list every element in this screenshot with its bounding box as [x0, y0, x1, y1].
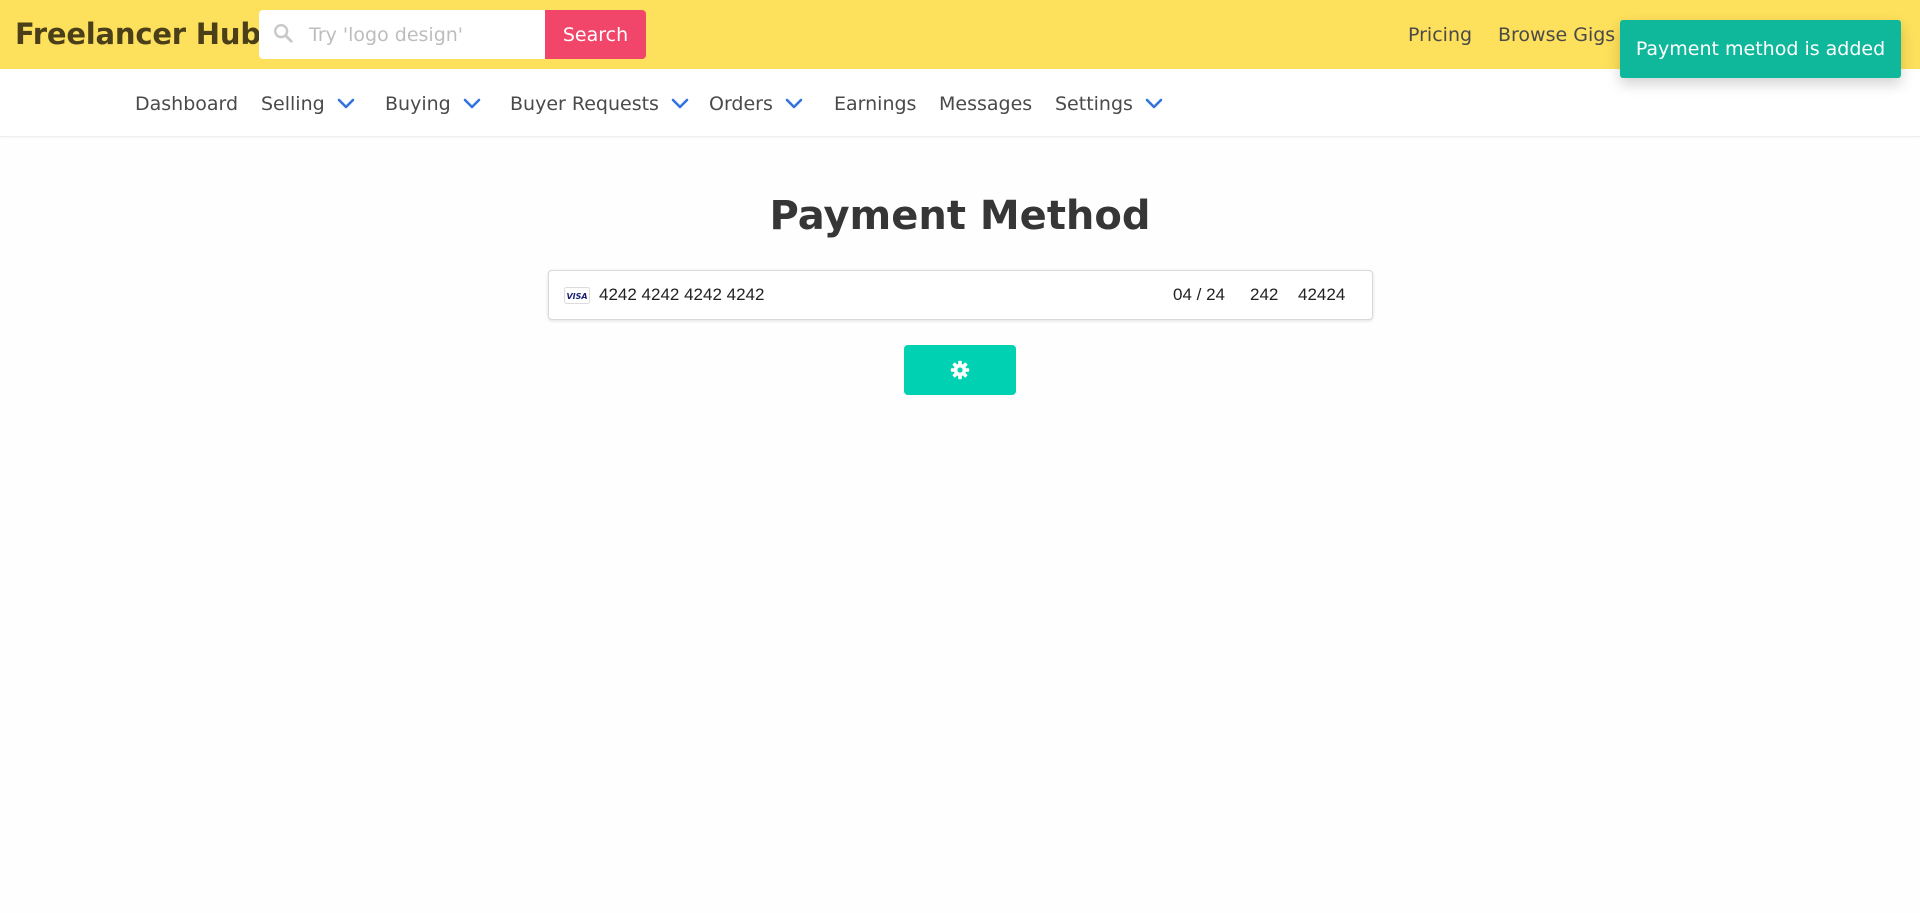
nav-label: Selling — [261, 93, 325, 115]
chevron-down-icon — [785, 98, 803, 109]
nav-label: Earnings — [834, 93, 917, 115]
card-expiry[interactable]: 04 / 24 — [1173, 285, 1225, 305]
chevron-down-icon — [463, 98, 481, 109]
nav-dashboard[interactable]: Dashboard — [135, 93, 238, 115]
card-input-field[interactable]: VISA 4242 4242 4242 4242 04 / 24 242 424… — [548, 270, 1373, 320]
nav-buying[interactable]: Buying — [385, 93, 481, 115]
pricing-link[interactable]: Pricing — [1408, 24, 1472, 46]
card-cvc[interactable]: 242 — [1250, 285, 1278, 305]
search-bar: Search — [259, 10, 646, 59]
nav-label: Orders — [709, 93, 773, 115]
brand-logo[interactable]: Freelancer Hub — [15, 17, 261, 51]
page-title: Payment Method — [769, 193, 1151, 239]
save-payment-button[interactable] — [904, 345, 1016, 395]
gear-icon — [950, 360, 970, 380]
search-button[interactable]: Search — [545, 10, 646, 59]
nav-orders[interactable]: Orders — [709, 93, 803, 115]
visa-icon: VISA — [564, 287, 590, 304]
search-icon — [274, 24, 293, 43]
chevron-down-icon — [337, 98, 355, 109]
toast-notification[interactable]: Payment method is added — [1620, 20, 1901, 78]
chevron-down-icon — [1145, 98, 1163, 109]
nav-label: Buying — [385, 93, 451, 115]
nav-earnings[interactable]: Earnings — [834, 93, 916, 115]
nav-buyer-requests[interactable]: Buyer Requests — [510, 93, 689, 115]
search-box — [259, 10, 545, 59]
sub-navbar: Dashboard Selling Buying Buyer Requests … — [0, 69, 1920, 137]
nav-label: Messages — [939, 93, 1033, 115]
nav-label: Dashboard — [135, 93, 239, 115]
nav-messages[interactable]: Messages — [939, 93, 1032, 115]
browse-gigs-link[interactable]: Browse Gigs — [1498, 24, 1615, 46]
nav-label: Settings — [1055, 93, 1133, 115]
card-zip[interactable]: 42424 — [1298, 285, 1345, 305]
card-number[interactable]: 4242 4242 4242 4242 — [599, 285, 764, 305]
nav-label: Buyer Requests — [510, 93, 659, 115]
nav-selling[interactable]: Selling — [261, 93, 355, 115]
svg-text:VISA: VISA — [566, 292, 587, 301]
toast-message: Payment method is added — [1635, 38, 1886, 60]
nav-settings[interactable]: Settings — [1055, 93, 1163, 115]
search-input[interactable] — [309, 10, 539, 59]
chevron-down-icon — [671, 98, 689, 109]
